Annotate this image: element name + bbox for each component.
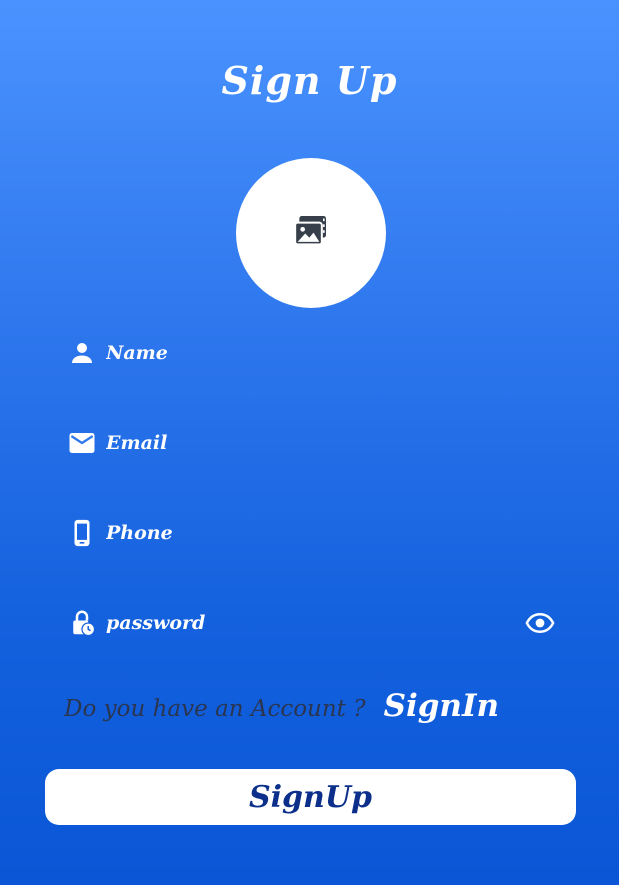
photo-library-icon bbox=[291, 211, 331, 255]
name-input[interactable] bbox=[106, 342, 556, 364]
eye-icon[interactable] bbox=[524, 607, 556, 639]
phone-input[interactable] bbox=[106, 522, 556, 544]
mail-icon bbox=[66, 427, 98, 459]
password-input[interactable] bbox=[106, 612, 524, 634]
phone-field-row bbox=[66, 513, 556, 553]
avatar-picker[interactable] bbox=[236, 158, 386, 308]
email-field-row bbox=[66, 423, 556, 463]
account-question: Do you have an Account ? bbox=[64, 696, 366, 722]
smartphone-icon bbox=[66, 517, 98, 549]
signup-button[interactable]: SignUp bbox=[45, 769, 576, 825]
lock-clock-icon bbox=[66, 607, 98, 639]
page-title: Sign Up bbox=[221, 58, 398, 103]
password-field-row bbox=[66, 603, 556, 643]
signin-link[interactable]: SignIn bbox=[384, 688, 499, 724]
name-field-row bbox=[66, 333, 556, 373]
email-input[interactable] bbox=[106, 432, 556, 454]
person-icon bbox=[66, 337, 98, 369]
account-prompt: Do you have an Account ? SignIn bbox=[64, 688, 499, 724]
